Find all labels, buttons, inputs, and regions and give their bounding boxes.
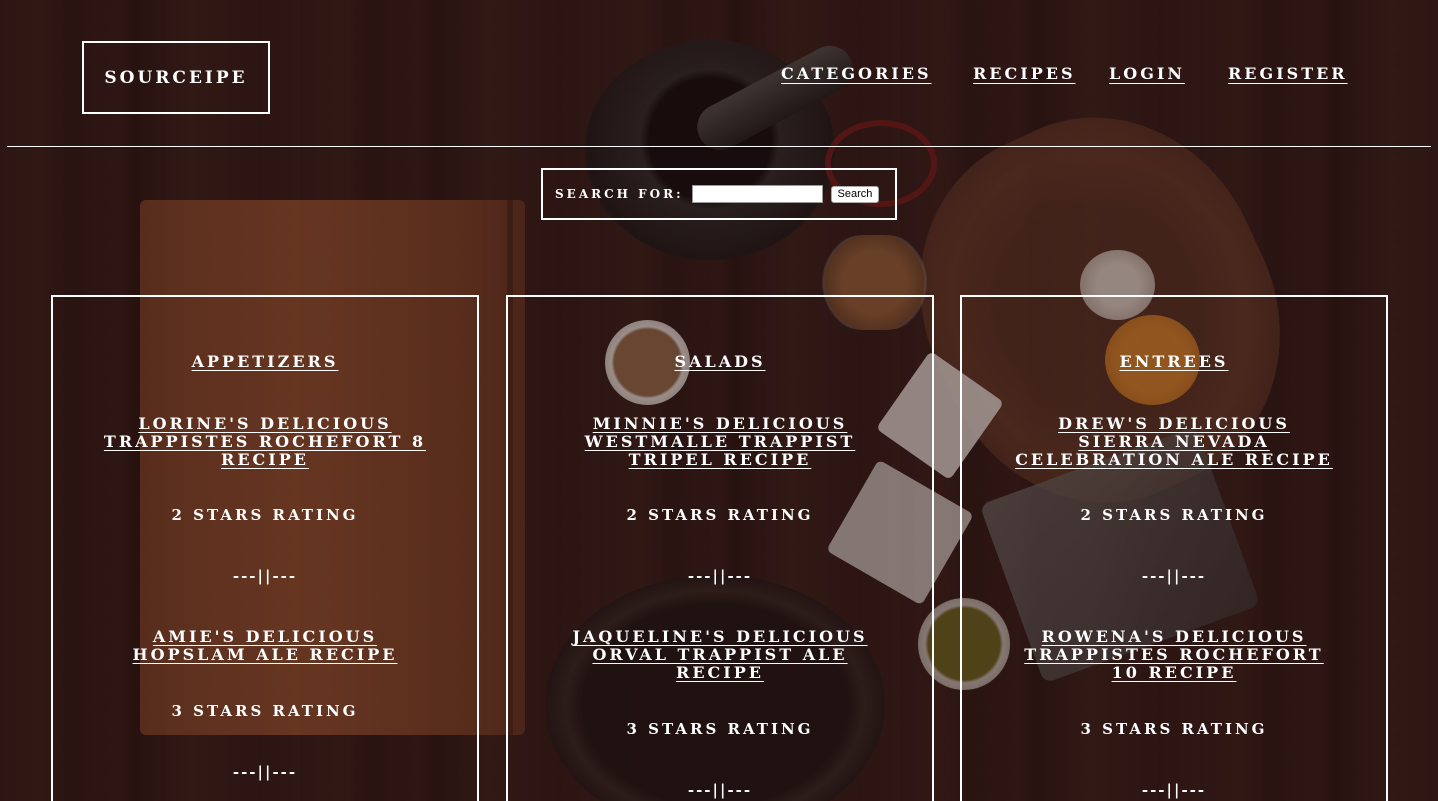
separator: ---||---: [1141, 781, 1207, 799]
category-link-salads[interactable]: SALADS: [674, 352, 765, 371]
recipe-rating: 3 STARS RATING: [171, 702, 359, 720]
category-link-appetizers[interactable]: APPETIZERS: [192, 352, 339, 371]
separator: ---||---: [687, 567, 753, 585]
recipe-link[interactable]: MINNIE'S DELICIOUS WESTMALLE TRAPPIST TR…: [558, 415, 882, 469]
separator: ---||---: [687, 781, 753, 799]
category-card-entrees: ENTREES DREW'S DELICIOUS SIERRA NEVADA C…: [960, 295, 1388, 801]
search-button[interactable]: Search: [830, 185, 880, 203]
category-card-appetizers: APPETIZERS LORINE'S DELICIOUS TRAPPISTES…: [51, 295, 479, 801]
category-card-salads: SALADS MINNIE'S DELICIOUS WESTMALLE TRAP…: [506, 295, 934, 801]
category-title: APPETIZERS: [53, 352, 477, 371]
category-title: SALADS: [508, 352, 932, 371]
separator: ---||---: [1141, 567, 1207, 585]
recipe-link[interactable]: DREW'S DELICIOUS SIERRA NEVADA CELEBRATI…: [1012, 415, 1336, 469]
search-label: SEARCH FOR:: [555, 187, 684, 201]
recipe-link[interactable]: LORINE'S DELICIOUS TRAPPISTES ROCHEFORT …: [103, 415, 427, 469]
recipe-rating: 3 STARS RATING: [1080, 720, 1268, 738]
recipe-rating: 2 STARS RATING: [171, 506, 359, 524]
recipe-link[interactable]: AMIE'S DELICIOUS HOPSLAM ALE RECIPE: [103, 628, 427, 664]
nav-recipes-link[interactable]: RECIPES: [973, 64, 1076, 83]
separator: ---||---: [232, 567, 298, 585]
header-divider: [7, 146, 1431, 147]
recipe-rating: 3 STARS RATING: [626, 720, 814, 738]
category-link-entrees[interactable]: ENTREES: [1120, 352, 1229, 371]
search-input[interactable]: [691, 185, 823, 203]
recipe-link[interactable]: ROWENA'S DELICIOUS TRAPPISTES ROCHEFORT …: [1012, 628, 1336, 682]
category-title: ENTREES: [962, 352, 1386, 371]
recipe-rating: 2 STARS RATING: [626, 506, 814, 524]
nav-register-link[interactable]: REGISTER: [1228, 64, 1348, 83]
nav-categories-link[interactable]: CATEGORIES: [781, 64, 932, 83]
main-nav: CATEGORIES RECIPES LOGIN REGISTER: [0, 64, 1438, 84]
search-form: SEARCH FOR: Search: [541, 168, 897, 220]
nav-login-link[interactable]: LOGIN: [1109, 64, 1185, 83]
recipe-rating: 2 STARS RATING: [1080, 506, 1268, 524]
separator: ---||---: [232, 763, 298, 781]
recipe-link[interactable]: JAQUELINE'S DELICIOUS ORVAL TRAPPIST ALE…: [558, 628, 882, 682]
